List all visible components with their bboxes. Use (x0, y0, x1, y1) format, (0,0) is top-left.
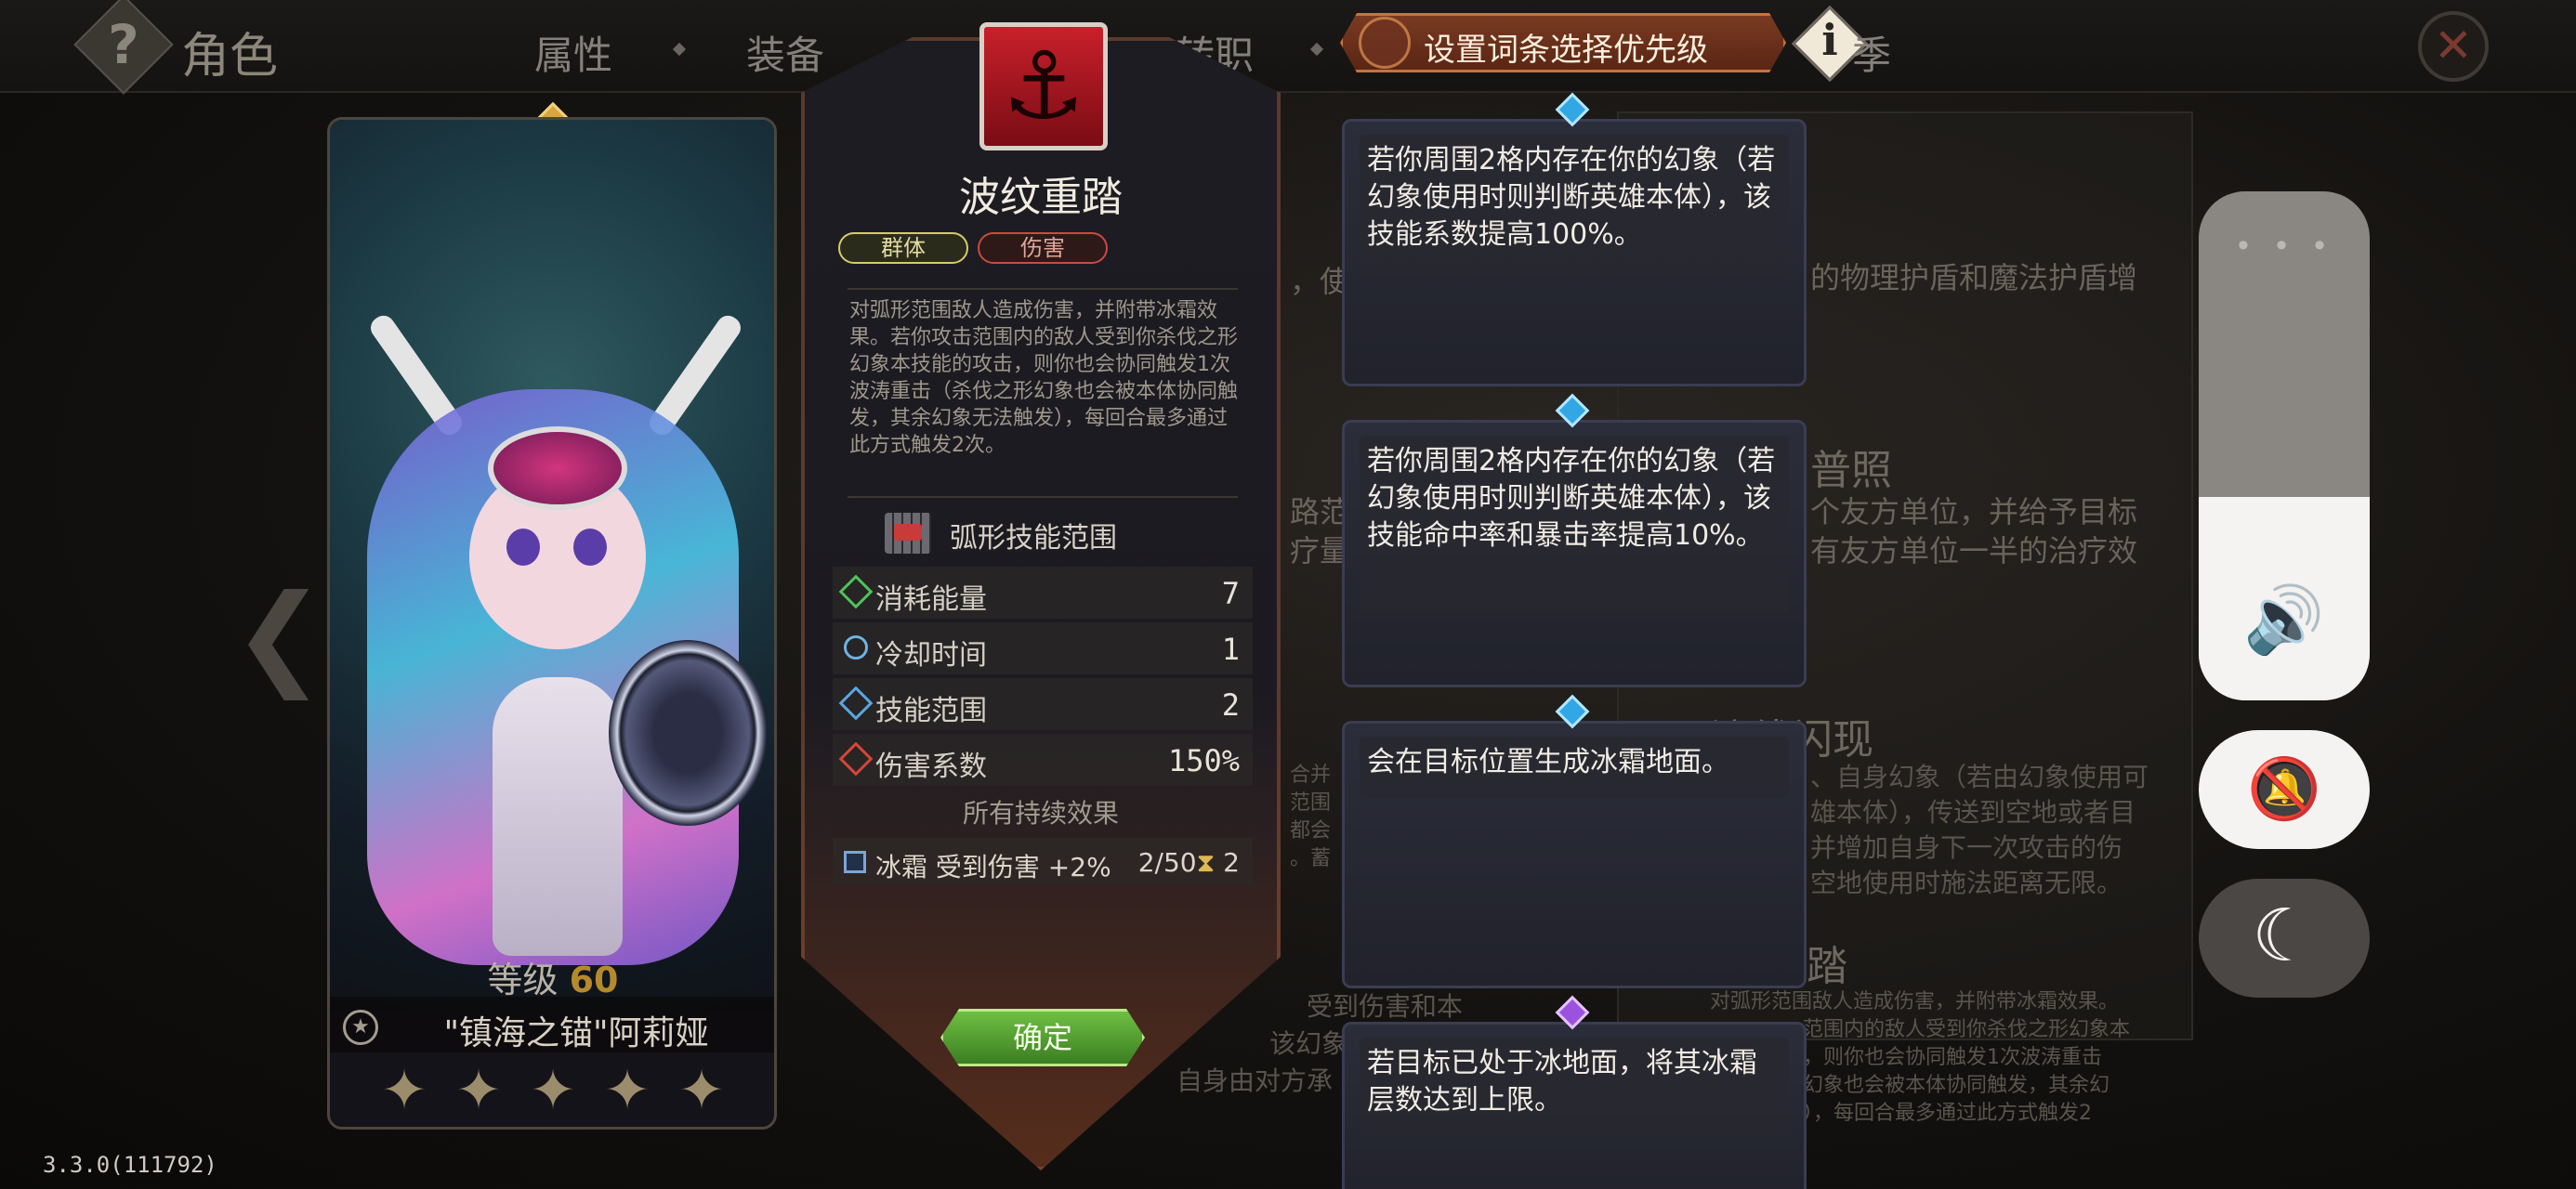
stat-row-range: 技能范围 2 (833, 678, 1253, 730)
affix-gem-icon (1555, 995, 1590, 1030)
character-portrait (493, 677, 623, 956)
stat-label: 技能范围 (875, 695, 987, 727)
tab-separator (672, 42, 687, 57)
bg-text: 的物理护盾和魔法护盾增 (1810, 260, 2138, 295)
compass-icon (1359, 17, 1411, 69)
info-glyph: i (1821, 15, 1838, 65)
level-label: 等级 (487, 960, 559, 1000)
character-portrait (506, 529, 540, 566)
skill-detail-panel: ⚓ 波纹重踏 群体 伤害 对弧形范围敌人造成伤害，并附带冰霜效果。若你攻击范围内… (801, 22, 1281, 1170)
anchor-icon: ⚓ (1002, 32, 1085, 140)
stat-value: 150% (1167, 743, 1240, 778)
affix-gem-icon (1555, 694, 1590, 729)
star-rating: ✦ ✦ ✦ ✦ ✦ (330, 1058, 774, 1123)
previous-character-arrow-icon[interactable]: ❮ (232, 571, 326, 700)
hourglass-icon: ⧗ (1196, 847, 1216, 878)
character-card[interactable]: 等级 60 ★ "镇海之锚"阿莉娅 ✦ ✦ ✦ ✦ ✦ (327, 117, 777, 1130)
effects-heading: 所有持续效果 (962, 798, 1119, 829)
star-icon: ✦ (529, 1058, 577, 1123)
cooldown-icon (838, 630, 874, 665)
tab-attributes[interactable]: 属性 (534, 24, 612, 81)
character-portrait (488, 426, 627, 510)
energy-icon (838, 574, 874, 609)
range-icon (838, 686, 874, 721)
stat-value: 7 (1221, 576, 1240, 611)
affix-option-card[interactable]: 若你周围2格内存在你的幻象（若幻象使用时则判断英雄本体），该技能命中率和暴击率提… (1342, 393, 1807, 687)
star-icon: ✦ (380, 1058, 428, 1123)
skill-description: 对弧形范围敌人造成伤害，并附带冰霜效果。若你攻击范围内的敌人受到你杀伐之形幻象本… (849, 299, 1239, 457)
skill-tag-aoe: 群体 (838, 232, 968, 264)
bg-text: 路范 (1290, 494, 1350, 529)
character-portrait (609, 640, 767, 826)
affix-description: 若目标已处于冰地面，将其冰霜层数达到上限。 (1367, 1047, 1757, 1117)
moon-icon[interactable]: ☾ (2199, 879, 2370, 998)
stat-value: 1 (1221, 632, 1240, 667)
star-icon: ✦ (677, 1058, 726, 1123)
affix-description: 会在目标位置生成冰霜地面。 (1367, 746, 1729, 778)
bg-skill-heading: 普照 (1810, 447, 1892, 494)
tab-separator (1309, 42, 1324, 57)
stat-row-cooldown: 冷却时间 1 (833, 622, 1253, 674)
effect-stacks: 2/50⧗ 2 (1137, 847, 1240, 878)
star-icon: ✦ (603, 1058, 651, 1123)
bg-text: 、自身幻象（若由幻象使用可 雄本体），传送到空地或者目 并增加自身下一次攻击的伤… (1810, 762, 2149, 898)
confirm-button[interactable]: 确定 (940, 1009, 1145, 1066)
stat-row-energy-cost: 消耗能量 7 (833, 567, 1253, 619)
mute-bell-icon[interactable]: 🔕 (2199, 730, 2370, 849)
effect-label: 冰霜 受到伤害 +2% (875, 852, 1111, 882)
stat-value: 2 (1221, 687, 1240, 723)
bg-text: ，使 (1290, 264, 1350, 299)
affix-description: 若你周围2格内存在你的幻象（若幻象使用时则判断英雄本体），该技能系数提高100%… (1367, 144, 1776, 251)
tab-season[interactable]: 季 (1852, 24, 1891, 81)
bg-text: 疗量 (1290, 533, 1350, 568)
effect-row-frost[interactable]: 冰霜 受到伤害 +2% 2/50⧗ 2 (833, 838, 1253, 884)
frost-icon (844, 851, 866, 873)
affix-gem-icon (1555, 92, 1590, 127)
top-bar: ? 角色 属性 装备 转职 设置词条选择优先级 i 季 ✕ (0, 0, 2576, 95)
help-question-mark: ? (108, 13, 139, 76)
star-icon: ✦ (454, 1058, 503, 1123)
range-grid-icon (894, 524, 922, 541)
level-display: 等级 60 (330, 951, 774, 1002)
level-value: 60 (569, 960, 619, 1000)
divider (848, 496, 1238, 498)
affix-description: 若你周围2格内存在你的幻象（若幻象使用时则判断英雄本体），该技能命中率和暴击率提… (1367, 445, 1776, 552)
speaker-icon: 🔊 (2243, 581, 2325, 658)
bg-text: 合并 范围 都会 。蓄 (1290, 764, 1332, 870)
skill-tag-damage: 伤害 (978, 232, 1108, 264)
more-icon[interactable]: • • • (2199, 229, 2370, 264)
set-affix-priority-label: 设置词条选择优先级 (1424, 32, 1708, 69)
page-title: 角色 (181, 29, 279, 85)
character-portrait (573, 529, 607, 566)
damage-icon (838, 741, 874, 777)
divider (848, 288, 1238, 290)
version-label: 3.3.0(111792) (43, 1152, 217, 1178)
affix-option-card[interactable]: 会在目标位置生成冰霜地面。 (1342, 694, 1807, 988)
affix-gem-icon (1555, 393, 1590, 428)
stat-row-damage-coefficient: 伤害系数 150% (833, 734, 1253, 786)
skill-name: 波纹重踏 (959, 174, 1123, 221)
character-name: "镇海之锚"阿莉娅 (443, 1014, 709, 1052)
bg-text: 个友方单位，并给予目标 (1810, 494, 2138, 529)
stat-label: 冷却时间 (875, 639, 987, 672)
stat-label: 消耗能量 (875, 583, 987, 616)
volume-slider[interactable]: • • • 🔊 (2199, 191, 2370, 700)
star-badge-icon: ★ (343, 1010, 378, 1045)
affix-option-card[interactable]: 若目标已处于冰地面，将其冰霜层数达到上限。 (1342, 995, 1807, 1189)
close-icon[interactable]: ✕ (2418, 11, 2489, 82)
affix-option-card[interactable]: 若你周围2格内存在你的幻象（若幻象使用时则判断英雄本体），该技能系数提高100%… (1342, 92, 1807, 386)
skill-range-type: 弧形技能范围 (950, 522, 1117, 555)
stat-label: 伤害系数 (875, 751, 987, 783)
bg-text: 有友方单位一半的治疗效 (1810, 533, 2138, 568)
